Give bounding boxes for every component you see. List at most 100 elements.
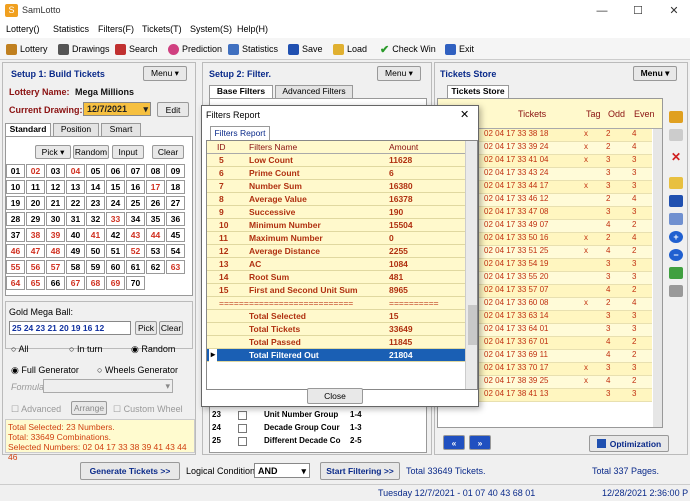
number-cell[interactable]: 04 [66, 164, 85, 178]
number-cell[interactable]: 02 [26, 164, 45, 178]
report-row[interactable]: 10 Minimum Number 15504 [207, 219, 465, 232]
number-cell[interactable]: 37 [6, 228, 25, 242]
save-button[interactable]: Save [288, 41, 323, 57]
menu-tickets[interactable]: Tickets(T) [142, 24, 182, 34]
number-cell[interactable]: 48 [46, 244, 65, 258]
number-cell[interactable]: 40 [66, 228, 85, 242]
number-cell[interactable]: 55 [6, 260, 25, 274]
number-cell[interactable]: 14 [86, 180, 105, 194]
refresh-icon[interactable] [669, 267, 683, 279]
number-cell[interactable]: 34 [126, 212, 145, 226]
menu-help[interactable]: Help(H) [237, 24, 268, 34]
left-menu-button[interactable]: Menu ▾ [143, 66, 187, 81]
filter-checkbox[interactable] [238, 411, 247, 420]
formula-select[interactable]: ▾ [43, 379, 173, 393]
number-cell[interactable]: 59 [86, 260, 105, 274]
scrollbar-thumb[interactable] [468, 305, 477, 345]
number-cell[interactable]: 52 [126, 244, 145, 258]
report-row[interactable]: ▸ Total Filtered Out 21804 [207, 349, 465, 362]
number-cell[interactable]: 09 [166, 164, 185, 178]
tab-tickets-store[interactable]: Tickets Store [447, 85, 509, 98]
number-cell[interactable]: 27 [166, 196, 185, 210]
number-cell[interactable]: 33 [106, 212, 125, 226]
number-cell[interactable]: 53 [146, 244, 165, 258]
number-cell[interactable]: 63 [166, 260, 185, 274]
close-button[interactable]: Close [307, 388, 363, 404]
drawing-date-select[interactable]: 12/7/2021 ▾ [83, 102, 151, 116]
menu-system[interactable]: System(S) [190, 24, 232, 34]
tickets-scrollbar[interactable] [653, 129, 662, 427]
number-cell[interactable]: 51 [106, 244, 125, 258]
report-row[interactable]: 8 Average Value 16378 [207, 193, 465, 206]
number-cell[interactable]: 08 [146, 164, 165, 178]
search-button[interactable]: Search [115, 41, 158, 57]
optimization-button[interactable]: Optimization [589, 435, 669, 452]
number-cell[interactable]: 67 [66, 276, 85, 290]
report-row[interactable]: Total Tickets 33649 [207, 323, 465, 336]
number-cell[interactable]: 35 [146, 212, 165, 226]
menu-lottery[interactable]: Lottery() [6, 24, 40, 34]
number-cell[interactable]: 12 [46, 180, 65, 194]
prediction-button[interactable]: Prediction [168, 41, 222, 57]
number-cell[interactable]: 01 [6, 164, 25, 178]
filter-checkbox[interactable] [238, 437, 247, 446]
random-button[interactable]: Random [73, 145, 109, 159]
prev-page-button[interactable]: « [443, 435, 465, 450]
number-cell[interactable]: 29 [26, 212, 45, 226]
number-cell[interactable]: 18 [166, 180, 185, 194]
report-row[interactable]: Total Selected 15 [207, 310, 465, 323]
number-cell[interactable]: 56 [26, 260, 45, 274]
number-cell[interactable]: 10 [6, 180, 25, 194]
report-row[interactable]: 13 AC 1084 [207, 258, 465, 271]
number-cell[interactable]: 47 [26, 244, 45, 258]
number-cell[interactable]: 30 [46, 212, 65, 226]
radio-full-generator[interactable]: ◉ Full Generator [11, 365, 79, 376]
exit-button[interactable]: Exit [445, 41, 474, 57]
number-cell[interactable]: 15 [106, 180, 125, 194]
report-row[interactable]: 14 Root Sum 481 [207, 271, 465, 284]
number-cell[interactable]: 61 [126, 260, 145, 274]
number-cell[interactable]: 38 [26, 228, 45, 242]
add-icon[interactable]: + [669, 231, 683, 243]
report-row[interactable]: 7 Number Sum 16380 [207, 180, 465, 193]
number-cell[interactable]: 11 [26, 180, 45, 194]
number-cell[interactable]: 32 [86, 212, 105, 226]
filter-row[interactable]: 25 Different Decade Co 2-5 [210, 436, 420, 449]
tab-position[interactable]: Position [53, 123, 99, 136]
generate-tickets-button[interactable]: Generate Tickets >> [80, 462, 180, 480]
minimize-icon[interactable]: — [592, 4, 612, 18]
report-row[interactable]: 15 First and Second Unit Sum 8965 [207, 284, 465, 297]
report-row[interactable]: Total Passed 11845 [207, 336, 465, 349]
mega-pick-button[interactable]: Pick [135, 321, 157, 335]
menu-filters[interactable]: Filters(F) [98, 24, 134, 34]
number-cell[interactable]: 60 [106, 260, 125, 274]
report-row[interactable]: 11 Maximum Number 0 [207, 232, 465, 245]
number-cell[interactable]: 43 [126, 228, 145, 242]
number-cell[interactable]: 06 [106, 164, 125, 178]
tab-advanced-filters[interactable]: Advanced Filters [275, 85, 353, 98]
number-cell[interactable]: 46 [6, 244, 25, 258]
delete-icon[interactable]: ✕ [669, 151, 683, 163]
tab-filters-report[interactable]: Filters Report [210, 126, 270, 140]
report-row[interactable]: 5 Low Count 11628 [207, 154, 465, 167]
check-win-button[interactable]: ✔ Check Win [380, 41, 436, 57]
number-cell[interactable]: 07 [126, 164, 145, 178]
number-cell[interactable]: 20 [26, 196, 45, 210]
number-cell[interactable]: 13 [66, 180, 85, 194]
load-button[interactable]: Load [333, 41, 367, 57]
report-scrollbar[interactable] [465, 141, 477, 389]
number-cell[interactable]: 45 [166, 228, 185, 242]
number-cell[interactable]: 41 [86, 228, 105, 242]
menu-statistics[interactable]: Statistics [53, 24, 89, 34]
tab-standard[interactable]: Standard [5, 123, 51, 136]
input-button[interactable]: Input [112, 145, 144, 159]
edit-button[interactable]: Edit [157, 102, 189, 117]
tab-base-filters[interactable]: Base Filters [209, 85, 273, 98]
number-cell[interactable]: 36 [166, 212, 185, 226]
folder-icon[interactable] [669, 177, 683, 189]
number-cell[interactable]: 03 [46, 164, 65, 178]
statistics-button[interactable]: Statistics [228, 41, 278, 57]
maximize-icon[interactable]: ☐ [628, 4, 648, 18]
remove-icon[interactable]: − [669, 249, 683, 261]
radio-random[interactable]: ◉ Random [131, 344, 175, 355]
